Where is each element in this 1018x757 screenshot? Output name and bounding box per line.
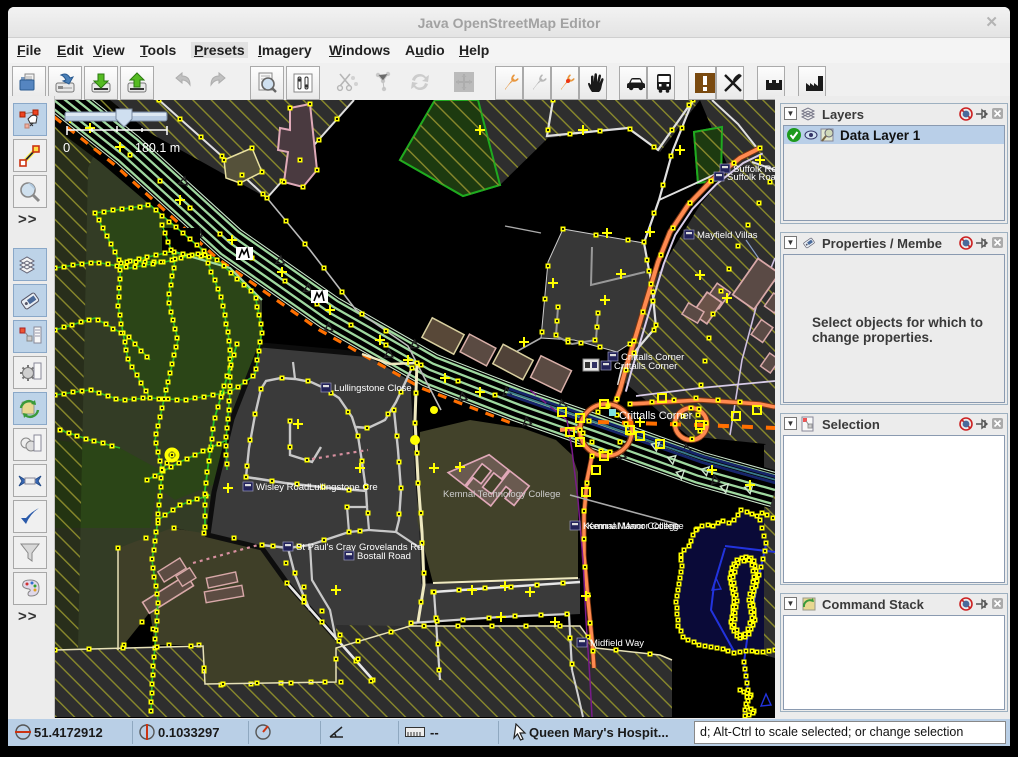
svg-text:Suffolk Road: Suffolk Road [727,172,775,183]
svg-text:Kemnal Technology College: Kemnal Technology College [443,489,561,500]
svg-text:Crittalls Corner: Crittalls Corner [619,410,693,422]
svg-text:180.1 m: 180.1 m [135,141,180,155]
svg-text:Mayfield Villas: Mayfield Villas [697,230,758,241]
svg-text:0: 0 [63,140,70,155]
svg-text:Kemnal Manor College: Kemnal Manor College [587,521,684,532]
svg-text:Bostall Road: Bostall Road [357,551,411,562]
svg-text:Wisley Road: Wisley Road [256,482,309,493]
svg-text:Midfield Way: Midfield Way [590,638,644,649]
svg-text:Crittalls Corner: Crittalls Corner [614,361,677,372]
svg-text:Lullingstone Close: Lullingstone Close [334,383,412,394]
svg-text:Lullingstone Cre: Lullingstone Cre [309,482,378,493]
